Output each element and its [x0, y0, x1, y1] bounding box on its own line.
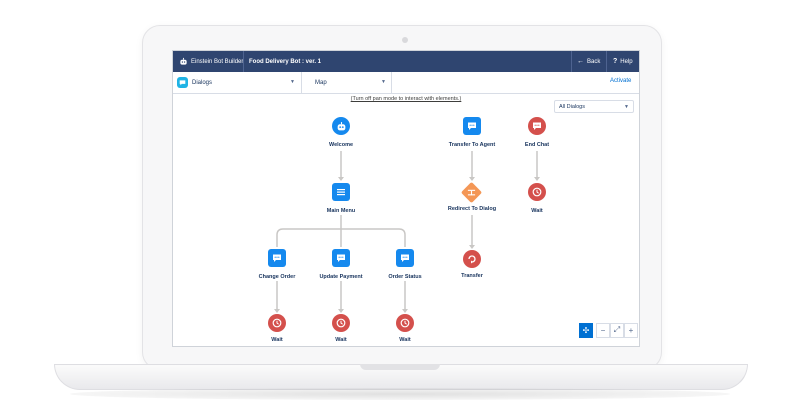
clock-icon: [532, 187, 542, 197]
clock-icon: [272, 318, 282, 328]
end-chat-node[interactable]: [528, 117, 546, 135]
laptop-shadow: [70, 388, 730, 400]
node-label-wait: Wait: [271, 337, 283, 343]
laptop-camera: [402, 37, 408, 43]
fit-view-button[interactable]: ⤢: [610, 322, 624, 338]
transfer-to-agent-node[interactable]: [463, 117, 481, 135]
wait-node-change-order[interactable]: [268, 314, 286, 332]
node-label-welcome: Welcome: [328, 142, 354, 148]
map-controls: ✣ − ⤢ +: [579, 322, 638, 338]
node-label-update-payment: Update Payment: [319, 274, 363, 280]
bot-icon: [337, 121, 345, 130]
wait-node-end-chat[interactable]: [528, 183, 546, 201]
laptop-base-notch: [360, 364, 440, 370]
wait-node-order-status[interactable]: [396, 314, 414, 332]
node-label-end-chat: End Chat: [524, 142, 550, 148]
pan-mode-button[interactable]: ✣: [579, 322, 593, 338]
node-label-wait: Wait: [531, 208, 543, 214]
chat-icon: [533, 122, 541, 130]
clock-icon: [400, 318, 410, 328]
zoom-out-button[interactable]: −: [596, 322, 610, 338]
flow-connectors: [274, 151, 540, 313]
welcome-node[interactable]: [332, 117, 350, 135]
node-label-transfer-to-agent: Transfer To Agent: [448, 142, 496, 148]
node-label-wait: Wait: [399, 337, 411, 343]
change-order-node[interactable]: [268, 249, 286, 267]
update-payment-node[interactable]: [332, 249, 350, 267]
node-label-wait: Wait: [335, 337, 347, 343]
wait-node-update-payment[interactable]: [332, 314, 350, 332]
transfer-node[interactable]: [463, 250, 481, 268]
redirect-icon: [467, 189, 476, 196]
node-label-redirect-to-dialog: Redirect To Dialog: [447, 206, 497, 212]
node-label-transfer: Transfer: [461, 273, 483, 279]
chat-icon: [337, 254, 345, 262]
order-status-node[interactable]: [396, 249, 414, 267]
node-label-order-status: Order Status: [388, 274, 422, 280]
list-icon: [337, 189, 345, 196]
transfer-icon: [468, 255, 476, 264]
chat-icon: [468, 122, 476, 130]
node-label-main-menu: Main Menu: [326, 208, 356, 214]
main-menu-node[interactable]: [332, 183, 350, 201]
zoom-in-button[interactable]: +: [624, 322, 638, 338]
clock-icon: [336, 318, 346, 328]
chat-icon: [273, 254, 281, 262]
app-screen: Einstein Bot Builder Food Delivery Bot :…: [172, 50, 640, 347]
chat-icon: [401, 254, 409, 262]
node-label-change-order: Change Order: [258, 274, 296, 280]
